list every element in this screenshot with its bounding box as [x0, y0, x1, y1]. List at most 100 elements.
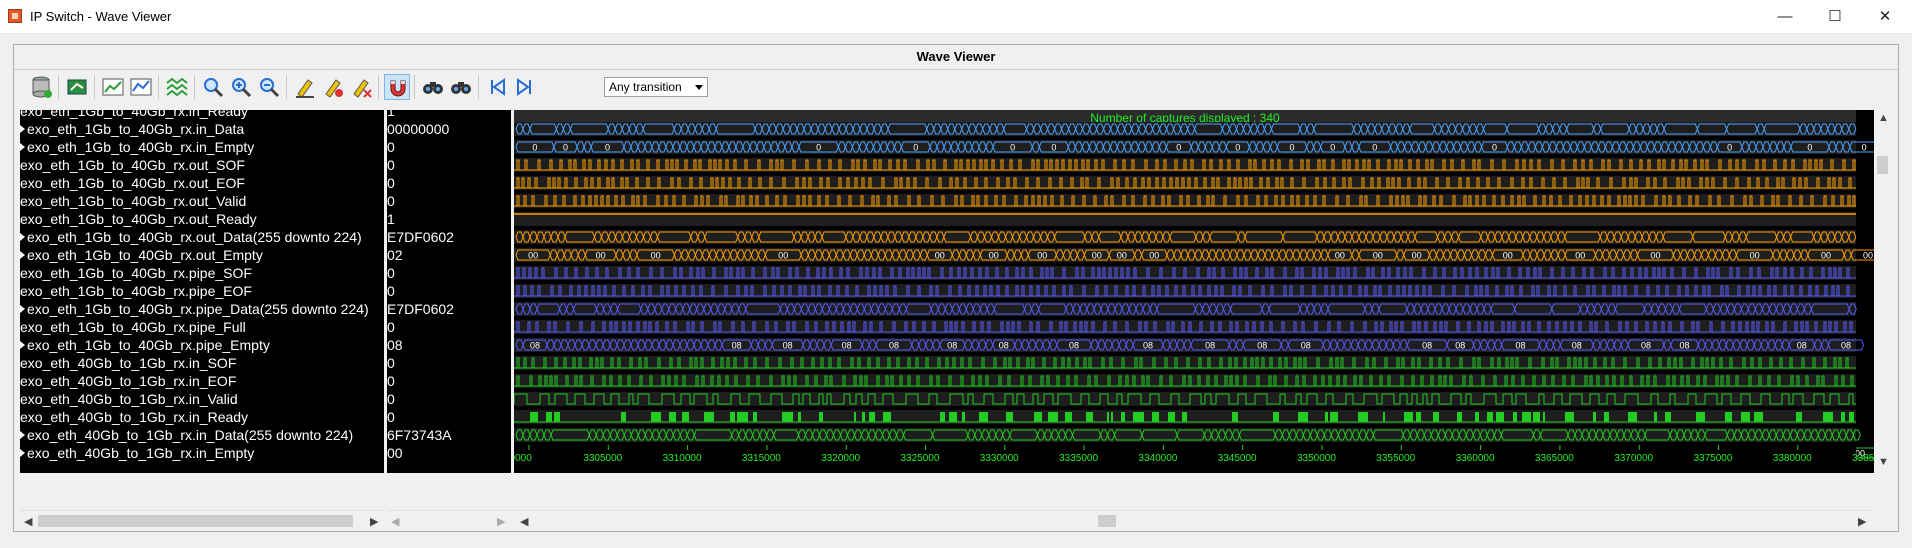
zoom-icon[interactable] — [200, 74, 226, 100]
signal-name-row[interactable]: exo_eth_40Gb_to_1Gb_rx.in_Ready — [20, 408, 248, 426]
signal-name-row[interactable]: exo_eth_1Gb_to_40Gb_rx.in_Empty — [20, 138, 254, 156]
transition-select[interactable]: Any transition — [604, 77, 708, 97]
signal-name-row[interactable]: exo_eth_40Gb_to_1Gb_rx.in_Data(255 downt… — [20, 426, 353, 444]
scroll-left-icon[interactable]: ◀ — [520, 515, 528, 528]
blocks-waveform — [940, 412, 945, 422]
highlight-clear-icon[interactable] — [348, 74, 374, 100]
go-last-icon[interactable] — [512, 74, 538, 100]
go-first-icon[interactable] — [484, 74, 510, 100]
bus-value-label: 0 — [1727, 143, 1732, 153]
signal-name-row[interactable]: exo_eth_1Gb_to_40Gb_rx.out_Ready — [20, 210, 257, 228]
vertical-scrollbar[interactable]: ▲ ▼ — [1874, 110, 1891, 473]
signal-name: exo_eth_40Gb_to_1Gb_rx.in_Valid — [20, 391, 238, 407]
signal-value: 0 — [387, 175, 395, 191]
blocks-waveform — [546, 412, 552, 422]
signal-name-row[interactable]: exo_eth_1Gb_to_40Gb_rx.out_Empty — [20, 246, 263, 264]
bus-value-label: 00 — [1412, 251, 1422, 261]
scroll-right-icon[interactable]: ▶ — [370, 515, 378, 528]
highlight-icon[interactable] — [292, 74, 318, 100]
names-horizontal-scrollbar[interactable]: ◀ ▶ — [20, 510, 384, 531]
time-label: 3365000 — [1535, 453, 1574, 464]
expand-triangle-icon[interactable] — [20, 233, 25, 241]
signal-name-row[interactable]: exo_eth_1Gb_to_40Gb_rx.in_Ready — [20, 110, 248, 120]
blocks-waveform — [979, 412, 988, 422]
signal-name-row[interactable]: exo_eth_1Gb_to_40Gb_rx.pipe_Data(255 dow… — [20, 300, 369, 318]
magnet-icon[interactable] — [384, 74, 410, 100]
database-icon[interactable] — [28, 74, 54, 100]
blocks-waveform — [1496, 412, 1504, 422]
time-label: 3375000 — [1694, 453, 1733, 464]
signal-name-row[interactable]: exo_eth_1Gb_to_40Gb_rx.pipe_SOF — [20, 264, 252, 282]
blocks-waveform — [1754, 412, 1763, 422]
zoom-in-icon[interactable] — [228, 74, 254, 100]
blocks-waveform — [1404, 412, 1413, 422]
blocks-waveform — [1513, 412, 1517, 422]
signal-name-row[interactable]: exo_eth_40Gb_to_1Gb_rx.in_SOF — [20, 354, 236, 372]
values-horizontal-scrollbar[interactable]: ◀ ▶ — [387, 510, 511, 531]
blocks-waveform — [1433, 412, 1439, 422]
scroll-down-icon[interactable]: ▼ — [1878, 456, 1889, 468]
scroll-right-icon[interactable]: ▶ — [497, 515, 505, 528]
expand-triangle-icon[interactable] — [20, 305, 25, 313]
signal-name: exo_eth_40Gb_to_1Gb_rx.in_Ready — [20, 409, 249, 425]
wave-horizontal-scrollbar[interactable]: ◀ ▶ — [514, 510, 1874, 531]
expand-triangle-icon[interactable] — [20, 449, 25, 457]
signal-name-row[interactable]: exo_eth_40Gb_to_1Gb_rx.in_EOF — [20, 372, 236, 390]
zoom-out-icon[interactable] — [256, 74, 282, 100]
export-icon[interactable] — [64, 74, 90, 100]
blocks-waveform — [1358, 412, 1368, 422]
wave-icon[interactable] — [164, 74, 190, 100]
vertical-scroll-thumb[interactable] — [1877, 156, 1888, 174]
blocks-waveform — [621, 412, 626, 422]
waveform-canvas: Number of captures displayed : 3400 0 0 0 0 0… — [514, 110, 1874, 473]
signal-name-row[interactable]: exo_eth_1Gb_to_40Gb_rx.in_Data — [20, 120, 244, 138]
toolbar-separator — [378, 75, 379, 99]
bus-value-label: 08 — [1455, 341, 1465, 351]
scroll-up-icon[interactable]: ▲ — [1878, 112, 1889, 124]
expand-triangle-icon[interactable] — [20, 251, 25, 259]
signal-name-row[interactable]: exo_eth_40Gb_to_1Gb_rx.in_Empty — [20, 444, 254, 462]
blocks-waveform — [554, 412, 560, 422]
signal-value: 08 — [387, 337, 403, 353]
expand-triangle-icon[interactable] — [20, 143, 25, 151]
blocks-waveform — [530, 412, 538, 422]
scroll-right-icon[interactable]: ▶ — [1858, 515, 1866, 528]
toolbar-separator — [94, 75, 95, 99]
time-label: 3325000 — [901, 453, 940, 464]
signal-value: E7DF0602 — [387, 229, 454, 245]
signal-name-row[interactable]: exo_eth_1Gb_to_40Gb_rx.out_Valid — [20, 192, 246, 210]
maximize-button[interactable]: ☐ — [1812, 0, 1858, 33]
chart-icon[interactable] — [100, 74, 126, 100]
waveform-pane[interactable]: Number of captures displayed : 340 0 0 0 0 0 0… — [514, 110, 1874, 473]
find-next-icon[interactable] — [448, 74, 474, 100]
signal-name-row[interactable]: exo_eth_40Gb_to_1Gb_rx.in_Valid — [20, 390, 238, 408]
signal-name-row[interactable]: exo_eth_1Gb_to_40Gb_rx.pipe_EOF — [20, 282, 252, 300]
signal-name-row[interactable]: exo_eth_1Gb_to_40Gb_rx.pipe_Full — [20, 318, 246, 336]
chart-lines-icon[interactable] — [128, 74, 154, 100]
signal-name-row[interactable]: exo_eth_1Gb_to_40Gb_rx.out_SOF — [20, 156, 245, 174]
blocks-waveform — [949, 412, 957, 422]
expand-triangle-icon[interactable] — [20, 341, 25, 349]
scroll-left-icon[interactable]: ◀ — [391, 515, 399, 528]
minimize-button[interactable]: — — [1762, 0, 1808, 33]
time-label: 3350000 — [1297, 453, 1336, 464]
toolbar-separator — [158, 75, 159, 99]
expand-triangle-icon[interactable] — [20, 125, 25, 133]
expand-triangle-icon[interactable] — [20, 431, 25, 439]
wave-scroll-thumb[interactable] — [1098, 515, 1116, 527]
bus-value-label: 08 — [530, 341, 540, 351]
signal-value: 0 — [387, 409, 395, 425]
bus-value-label: 00 — [651, 251, 661, 261]
blocks-waveform — [869, 412, 875, 422]
find-previous-icon[interactable] — [420, 74, 446, 100]
signal-name-row[interactable]: exo_eth_1Gb_to_40Gb_rx.pipe_Empty — [20, 336, 270, 354]
bus-value-label: 00 — [1750, 251, 1760, 261]
bus-value-label: 00 — [1863, 251, 1873, 261]
highlight-remove-icon[interactable] — [320, 74, 346, 100]
signal-names-pane[interactable]: exo_eth_1Gb_to_40Gb_rx.in_Ready exo_eth_1… — [20, 110, 384, 473]
signal-name-row[interactable]: exo_eth_1Gb_to_40Gb_rx.out_Data(255 down… — [20, 228, 362, 246]
signal-name-row[interactable]: exo_eth_1Gb_to_40Gb_rx.out_EOF — [20, 174, 245, 192]
close-button[interactable]: ✕ — [1862, 0, 1908, 33]
scroll-left-icon[interactable]: ◀ — [24, 515, 32, 528]
names-scroll-thumb[interactable] — [38, 515, 353, 527]
